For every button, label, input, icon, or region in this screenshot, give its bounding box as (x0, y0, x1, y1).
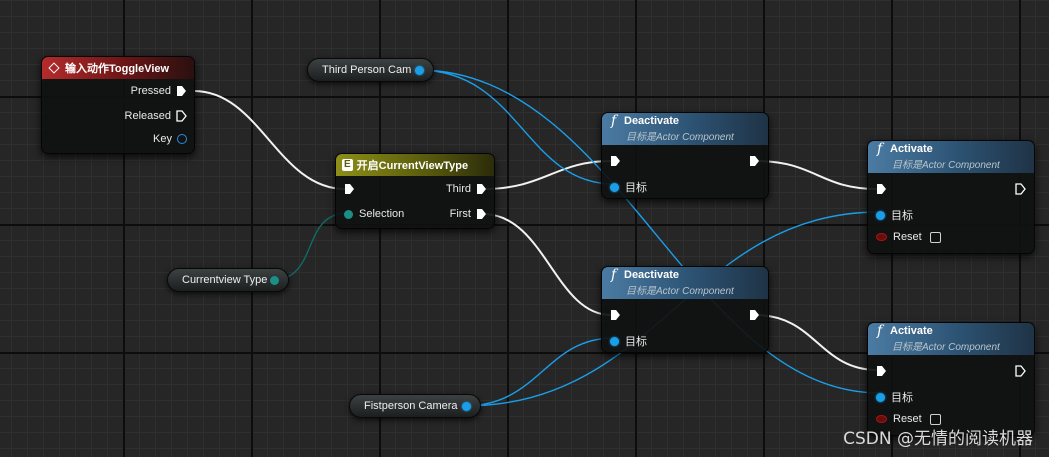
exec-wire (482, 213, 612, 316)
first-pin[interactable]: First (450, 208, 487, 220)
node-header: 输入动作ToggleView (42, 57, 194, 79)
exec-pin-icon (750, 310, 759, 320)
node-header: E 开启CurrentViewType (336, 154, 494, 176)
object-pin-icon[interactable] (462, 402, 471, 411)
exec-in-pin[interactable] (876, 183, 887, 195)
exec-pin-icon (1015, 183, 1026, 195)
node-title: Deactivate (624, 269, 680, 281)
enum-pin-icon[interactable] (270, 276, 279, 285)
node-subtitle: 目标是Actor Component (626, 132, 734, 143)
pressed-pin[interactable]: Pressed (131, 85, 187, 97)
function-icon: f (611, 267, 617, 283)
node-subtitle: 目标是Actor Component (892, 342, 1000, 353)
exec-out-pin[interactable] (749, 155, 760, 167)
exec-pin-icon (477, 209, 486, 219)
node-title: Activate (890, 325, 933, 337)
exec-in-pin[interactable] (344, 183, 355, 195)
reset-checkbox[interactable] (929, 413, 941, 425)
node-header: f Deactivate 目标是Actor Component (602, 267, 768, 299)
reset-pin[interactable]: Reset (876, 231, 941, 243)
key-pin[interactable]: Key (153, 133, 187, 145)
node-header: f Activate 目标是Actor Component (868, 323, 1034, 355)
function-icon: f (877, 141, 883, 157)
object-pin-icon (610, 182, 619, 192)
node-header: f Activate 目标是Actor Component (868, 141, 1034, 173)
variable-label: Third Person Cam (322, 64, 412, 76)
exec-wire (482, 160, 612, 190)
node-title: Activate (890, 143, 933, 155)
exec-out-pin[interactable] (1015, 365, 1026, 377)
exec-pin-icon (877, 366, 886, 376)
node-header: f Deactivate 目标是Actor Component (602, 113, 768, 145)
exec-in-pin[interactable] (876, 365, 887, 377)
target-pin[interactable]: 目标 (610, 333, 647, 349)
target-pin[interactable]: 目标 (876, 389, 913, 405)
variable-label: Currentview Type (182, 274, 268, 286)
exec-in-pin[interactable] (610, 155, 621, 167)
variable-label: Fistperson Camera (364, 400, 458, 412)
function-icon: f (877, 323, 883, 339)
deactivate-node-2[interactable]: f Deactivate 目标是Actor Component 目标 (601, 266, 769, 353)
exec-in-pin[interactable] (610, 309, 621, 321)
switch-on-enum-node[interactable]: E 开启CurrentViewType Selection Third Firs… (335, 153, 495, 229)
node-title: Deactivate (624, 115, 680, 127)
exec-pin-icon (177, 86, 186, 96)
enum-pin-icon (344, 209, 353, 219)
object-pin-icon[interactable] (415, 66, 424, 75)
watermark: CSDN @无情的阅读机器 (843, 429, 1033, 449)
object-pin-icon (876, 392, 885, 402)
target-pin[interactable]: 目标 (876, 207, 913, 223)
bool-pin-icon (876, 233, 887, 241)
exec-pin-icon (750, 156, 759, 166)
reset-checkbox[interactable] (929, 231, 941, 243)
exec-wire (755, 160, 878, 190)
released-pin[interactable]: Released (125, 110, 187, 122)
exec-pin-icon (477, 184, 486, 194)
bool-pin-icon (876, 415, 887, 423)
exec-pin-icon (176, 110, 187, 122)
activate-node-2[interactable]: f Activate 目标是Actor Component 目标 Reset (867, 322, 1035, 436)
node-title: 输入动作ToggleView (65, 63, 170, 75)
target-pin[interactable]: 目标 (610, 179, 647, 195)
function-icon: f (611, 113, 617, 129)
selection-pin[interactable]: Selection (344, 208, 404, 220)
deactivate-node-1[interactable]: f Deactivate 目标是Actor Component 目标 (601, 112, 769, 199)
exec-out-pin[interactable] (749, 309, 760, 321)
third-person-cam-getter[interactable]: Third Person Cam (307, 58, 434, 82)
exec-wire (193, 90, 346, 190)
activate-node-1[interactable]: f Activate 目标是Actor Component 目标 Reset (867, 140, 1035, 254)
exec-pin-icon (877, 184, 886, 194)
third-pin[interactable]: Third (446, 183, 487, 195)
event-diamond-icon (48, 62, 60, 74)
exec-pin-icon (611, 156, 620, 166)
exec-pin-icon (1015, 365, 1026, 377)
currentview-type-getter[interactable]: Currentview Type (167, 268, 289, 292)
node-subtitle: 目标是Actor Component (892, 160, 1000, 171)
node-subtitle: 目标是Actor Component (626, 286, 734, 297)
exec-pin-icon (611, 310, 620, 320)
exec-pin-icon (345, 184, 354, 194)
key-pin-icon (177, 134, 187, 144)
object-pin-icon (610, 336, 619, 346)
node-title: 开启CurrentViewType (356, 160, 469, 172)
switch-icon: E (342, 159, 353, 171)
input-action-node[interactable]: 输入动作ToggleView Pressed Released Key (41, 56, 195, 154)
fistperson-camera-getter[interactable]: Fistperson Camera (349, 394, 481, 418)
exec-wire (755, 314, 878, 371)
object-wire (463, 337, 615, 407)
exec-out-pin[interactable] (1015, 183, 1026, 195)
object-pin-icon (876, 210, 885, 220)
